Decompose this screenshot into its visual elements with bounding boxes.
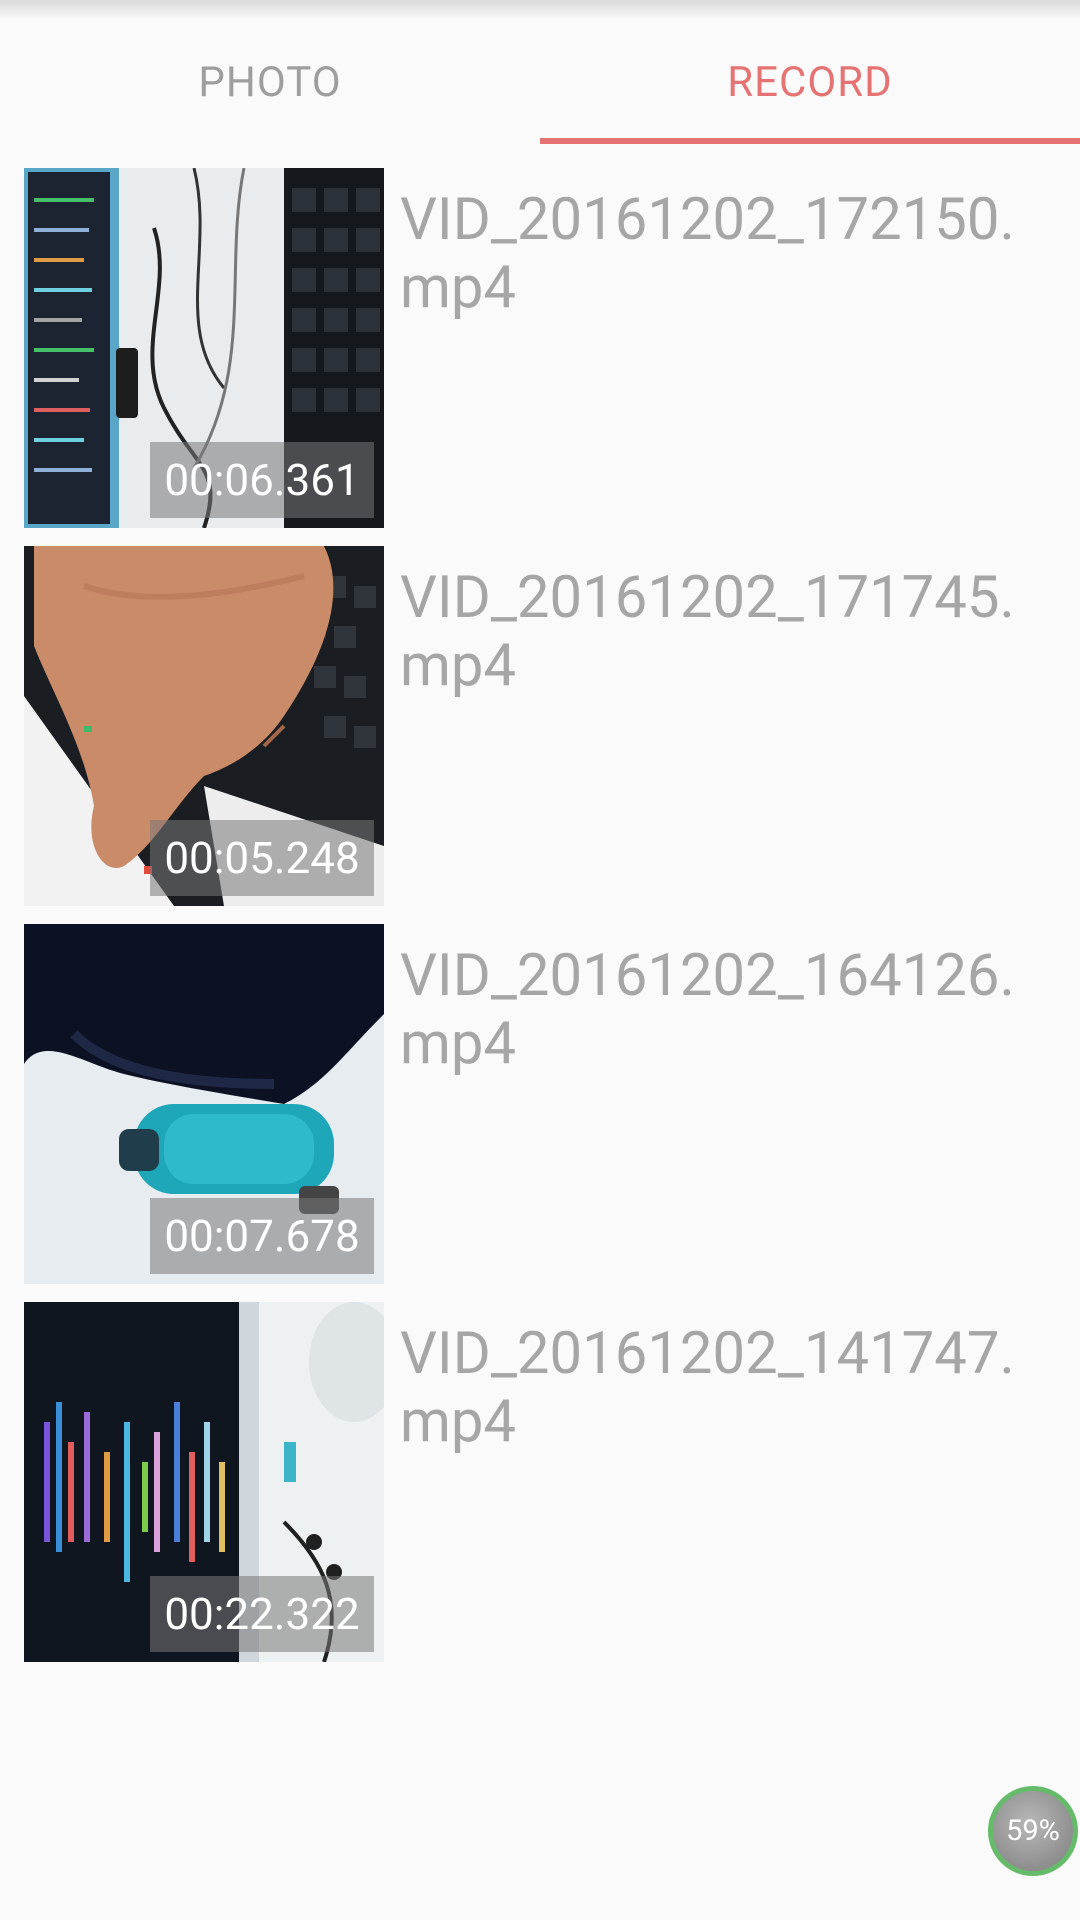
video-filename[interactable]: VID_20161202_141747.mp4	[400, 1320, 1060, 1456]
tab-photo[interactable]: PHOTO	[0, 20, 540, 144]
video-thumbnail[interactable]: 00:07.678	[24, 924, 384, 1284]
list-item[interactable]: 00:22.322 VID_20161202_141747.mp4	[0, 1302, 1080, 1662]
video-filename[interactable]: VID_20161202_171745.mp4	[400, 564, 1060, 700]
video-filename[interactable]: VID_20161202_164126.mp4	[400, 942, 1060, 1078]
list-item[interactable]: 00:06.361 VID_20161202_172150.mp4	[0, 168, 1080, 528]
tab-bar: PHOTO RECORD	[0, 20, 1080, 144]
floating-percentage-badge[interactable]: 59%	[988, 1786, 1078, 1876]
top-shadow	[0, 0, 1080, 20]
video-thumbnail[interactable]: 00:22.322	[24, 1302, 384, 1662]
tab-record[interactable]: RECORD	[540, 20, 1080, 144]
tab-indicator	[540, 138, 1080, 144]
list-item[interactable]: 00:07.678 VID_20161202_164126.mp4	[0, 924, 1080, 1284]
video-thumbnail[interactable]: 00:06.361	[24, 168, 384, 528]
duration-badge: 00:06.361	[150, 442, 374, 518]
video-filename[interactable]: VID_20161202_172150.mp4	[400, 186, 1060, 322]
duration-badge: 00:05.248	[150, 820, 374, 896]
duration-badge: 00:07.678	[150, 1198, 374, 1274]
duration-badge: 00:22.322	[150, 1576, 374, 1652]
list-item[interactable]: 00:05.248 VID_20161202_171745.mp4	[0, 546, 1080, 906]
video-thumbnail[interactable]: 00:05.248	[24, 546, 384, 906]
